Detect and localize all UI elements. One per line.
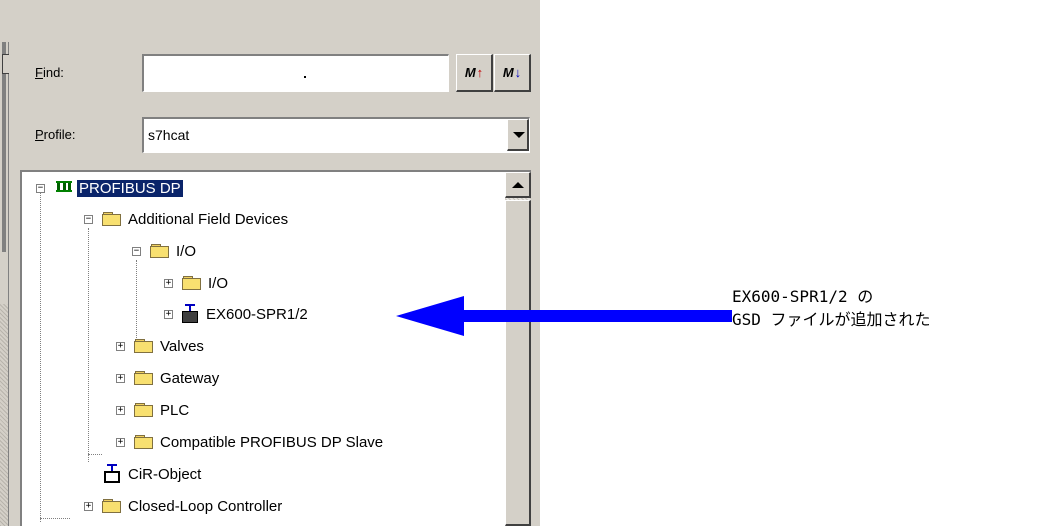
slave-device-icon — [182, 304, 200, 324]
tree-node-closed-loop[interactable]: Closed-Loop Controller — [102, 493, 282, 519]
callout-text: EX600-SPR1/2 の GSD ファイルが追加された — [732, 285, 931, 331]
tree-node-label: Gateway — [160, 369, 220, 387]
tree-node-additional-field-devices[interactable]: Additional Field Devices — [102, 206, 288, 232]
folder-icon — [182, 275, 202, 291]
tree-line — [40, 518, 70, 519]
tree-node-label: Valves — [160, 337, 204, 355]
expand-toggle[interactable]: + — [164, 310, 173, 319]
chevron-up-icon — [512, 182, 524, 188]
folder-icon — [102, 498, 122, 514]
splitter-hatch — [0, 304, 8, 526]
tree-node-label: Compatible PROFIBUS DP Slave — [160, 433, 384, 451]
folder-icon — [102, 211, 122, 227]
find-down-button[interactable]: M ↓ — [494, 54, 531, 92]
left-splitter[interactable] — [0, 42, 8, 526]
tree-line — [136, 260, 137, 340]
folder-icon — [134, 370, 154, 386]
tree-line — [88, 228, 89, 462]
tree-node-compatible-slave[interactable]: Compatible PROFIBUS DP Slave — [134, 429, 383, 455]
folder-icon — [134, 434, 154, 450]
profile-label: Profile: — [35, 127, 76, 142]
tree-node-gateway[interactable]: Gateway — [134, 365, 219, 391]
profibus-network-icon — [54, 178, 74, 198]
tree-line — [88, 454, 102, 455]
tree-scrollbar[interactable] — [505, 172, 531, 526]
folder-icon — [150, 243, 170, 259]
tree-node-label: PLC — [160, 401, 190, 419]
expand-toggle[interactable]: + — [116, 342, 125, 351]
top-bar — [0, 0, 540, 42]
expand-toggle[interactable]: + — [84, 502, 93, 511]
scroll-up-button[interactable] — [505, 172, 531, 198]
tree-node-io-sub[interactable]: I/O — [182, 270, 228, 296]
arrow-down-icon: ↓ — [514, 65, 522, 80]
callout-line-2: GSD ファイルが追加された — [732, 310, 931, 329]
callout-line-1: EX600-SPR1/2 の — [732, 287, 874, 306]
find-caret — [304, 76, 306, 78]
scroll-thumb[interactable] — [505, 200, 531, 526]
binoculars-icon: M — [464, 65, 476, 80]
tree-node-cir-object[interactable]: CiR-Object — [104, 461, 201, 487]
tree-node-label: PROFIBUS DP — [77, 179, 183, 197]
folder-icon — [134, 338, 154, 354]
tree-node-label: CiR-Object — [128, 465, 202, 483]
tree-node-profibus-dp[interactable]: PROFIBUS DP — [54, 175, 183, 201]
binoculars-icon: M — [502, 65, 514, 80]
tree-node-valves[interactable]: Valves — [134, 333, 204, 359]
collapse-toggle[interactable]: − — [84, 215, 93, 224]
cir-object-icon — [104, 464, 122, 484]
expand-toggle[interactable]: + — [116, 406, 125, 415]
tree-node-label: Additional Field Devices — [128, 210, 289, 228]
find-label: Find: — [35, 65, 64, 80]
expand-toggle[interactable]: + — [164, 279, 173, 288]
expand-toggle[interactable]: + — [116, 438, 125, 447]
annotation-arrow-icon — [396, 296, 732, 336]
tree-node-label: I/O — [208, 274, 229, 292]
profile-dropdown-button[interactable] — [507, 119, 529, 151]
profile-value: s7hcat — [148, 127, 190, 143]
profile-select[interactable]: s7hcat — [142, 117, 530, 153]
arrow-up-icon: ↑ — [476, 65, 484, 80]
tree-line — [40, 192, 41, 522]
expand-toggle[interactable]: + — [116, 374, 125, 383]
panel-edge — [2, 54, 9, 74]
collapse-toggle[interactable]: − — [132, 247, 141, 256]
tree-node-label: EX600-SPR1/2 — [206, 305, 308, 323]
tree-node-io[interactable]: I/O — [150, 238, 196, 264]
tree-node-label: Closed-Loop Controller — [128, 497, 283, 515]
find-input[interactable] — [142, 54, 449, 92]
chevron-down-icon — [513, 132, 525, 138]
tree-node-ex600[interactable]: EX600-SPR1/2 — [182, 301, 308, 327]
catalog-tree[interactable]: − PROFIBUS DP − Additional Field Devices… — [20, 170, 531, 526]
find-up-button[interactable]: M ↑ — [456, 54, 493, 92]
tree-node-label: I/O — [176, 242, 197, 260]
tree-node-plc[interactable]: PLC — [134, 397, 189, 423]
collapse-toggle[interactable]: − — [36, 184, 45, 193]
folder-icon — [134, 402, 154, 418]
